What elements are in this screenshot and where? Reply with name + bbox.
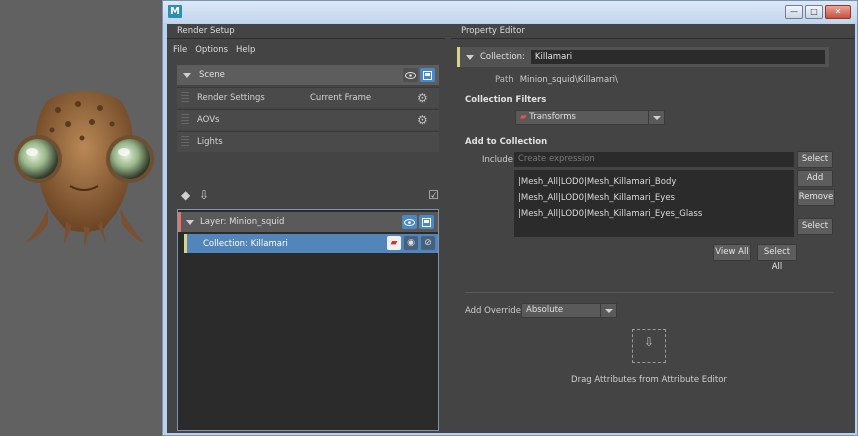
scene-row[interactable]: Scene	[177, 65, 439, 85]
select-members-button[interactable]: Select	[797, 218, 833, 235]
render-layer-icon[interactable]	[420, 68, 435, 82]
create-layer-icon[interactable]: ◆	[181, 188, 190, 202]
path-value: Minion_squid\Killamari\	[519, 75, 618, 85]
select-expression-button[interactable]: Select	[797, 151, 833, 168]
collection-color-swatch	[184, 234, 187, 253]
menu-help[interactable]: Help	[236, 45, 255, 55]
transform-filter-icon: ▰	[520, 112, 530, 122]
viewport[interactable]	[0, 0, 162, 436]
tab-property-editor[interactable]: Property Editor	[455, 24, 531, 38]
add-button[interactable]: Add	[797, 170, 833, 187]
collection-color-swatch	[457, 47, 460, 67]
drop-arrow-icon: ⇩	[644, 335, 655, 349]
members-list[interactable]: |Mesh_All|LOD0|Mesh_Killamari_Body |Mesh…	[514, 170, 794, 237]
expression-input[interactable]: Create expression	[514, 152, 794, 167]
collection-name-field[interactable]: Killamari	[530, 50, 825, 64]
eye-icon[interactable]	[402, 215, 417, 229]
disable-icon[interactable]: ⊘	[421, 236, 435, 250]
close-icon[interactable]: ✕	[825, 5, 851, 19]
override-label: Add Override	[465, 306, 521, 316]
scene-label: Scene	[199, 70, 225, 80]
path-row: Path Minion_squid\Killamari\	[495, 75, 618, 85]
override-dropdown[interactable]: Absolute	[521, 303, 617, 318]
layer-toolbar: ◆ ⇩ ☑	[181, 188, 439, 204]
chevron-down-icon	[648, 111, 664, 124]
render-layer-icon[interactable]	[419, 215, 434, 229]
property-editor-panel: Collection: Killamari Path Minion_squid\K…	[451, 38, 855, 433]
render-setup-window: M — □ ✕ Render Setup File Options Help S…	[162, 0, 858, 436]
collection-row-killamari[interactable]: Collection: Killamari ▰ ◉ ⊘	[184, 234, 438, 253]
row-label: Render Settings	[197, 93, 265, 103]
menu-bar: File Options Help	[173, 45, 255, 55]
squid-creature-model	[14, 91, 154, 248]
collapse-triangle-icon[interactable]	[183, 72, 191, 78]
tab-render-setup[interactable]: Render Setup	[171, 24, 241, 38]
row-label: Lights	[197, 137, 223, 147]
collapse-triangle-icon[interactable]	[186, 219, 194, 225]
title-bar[interactable]: M — □ ✕	[163, 1, 857, 23]
collection-label: Collection: Killamari	[203, 238, 288, 249]
list-item[interactable]: |Mesh_All|LOD0|Mesh_Killamari_Eyes_Glass	[518, 206, 790, 222]
row-aovs[interactable]: AOVs ⚙	[177, 109, 439, 130]
gear-icon[interactable]: ⚙	[417, 92, 429, 104]
layer-color-swatch	[178, 212, 181, 232]
transform-filter-icon[interactable]: ▰	[387, 236, 401, 250]
include-label: Include	[482, 155, 513, 165]
drag-hint: Drag Attributes from Attribute Editor	[571, 375, 727, 385]
collection-filters-title: Collection Filters	[465, 95, 547, 105]
layer-row-minion-squid[interactable]: Layer: Minion_squid	[178, 212, 438, 232]
collapse-triangle-icon[interactable]	[466, 54, 474, 60]
row-render-settings[interactable]: Render Settings Current Frame ⚙	[177, 87, 439, 108]
row-lights[interactable]: Lights	[177, 131, 439, 152]
view-all-button[interactable]: View All	[713, 244, 751, 261]
divider	[465, 292, 833, 293]
eye-icon[interactable]	[403, 68, 418, 82]
drop-target[interactable]: ⇩	[632, 329, 666, 363]
chevron-down-icon	[600, 304, 616, 317]
row-frame-label: Current Frame	[310, 93, 372, 103]
remove-button[interactable]: Remove	[797, 189, 835, 206]
drag-grip-icon[interactable]	[181, 136, 189, 148]
collection-header-label: Collection:	[480, 52, 525, 62]
layer-outliner: Layer: Minion_squid Collection: Killamar…	[177, 209, 439, 431]
gear-icon[interactable]: ⚙	[417, 114, 429, 126]
collection-header[interactable]: Collection: Killamari	[457, 47, 829, 67]
render-setup-panel: File Options Help Scene Render Settings …	[167, 38, 445, 433]
override-value: Absolute	[526, 305, 564, 315]
isolate-icon[interactable]: ◉	[404, 236, 418, 250]
filter-value: Transforms	[529, 112, 576, 122]
layer-label: Layer: Minion_squid	[200, 217, 285, 227]
window-client: Render Setup File Options Help Scene Ren…	[167, 24, 855, 433]
menu-options[interactable]: Options	[195, 45, 228, 55]
maximize-icon[interactable]: □	[805, 5, 823, 19]
filter-dropdown[interactable]: ▰ Transforms	[515, 110, 665, 125]
list-item[interactable]: |Mesh_All|LOD0|Mesh_Killamari_Body	[518, 174, 790, 190]
add-to-collection-title: Add to Collection	[465, 137, 548, 147]
path-label: Path	[495, 75, 514, 85]
list-item[interactable]: |Mesh_All|LOD0|Mesh_Killamari_Eyes	[518, 190, 790, 206]
menu-file[interactable]: File	[173, 45, 187, 55]
minimize-icon[interactable]: —	[785, 5, 803, 19]
checklist-icon[interactable]: ☑	[428, 188, 439, 202]
drag-grip-icon[interactable]	[181, 92, 189, 104]
row-label: AOVs	[197, 115, 220, 125]
select-all-button[interactable]: Select All	[757, 244, 797, 272]
import-icon[interactable]: ⇩	[199, 188, 209, 202]
maya-app-icon: M	[168, 5, 182, 18]
drag-grip-icon[interactable]	[181, 114, 189, 126]
